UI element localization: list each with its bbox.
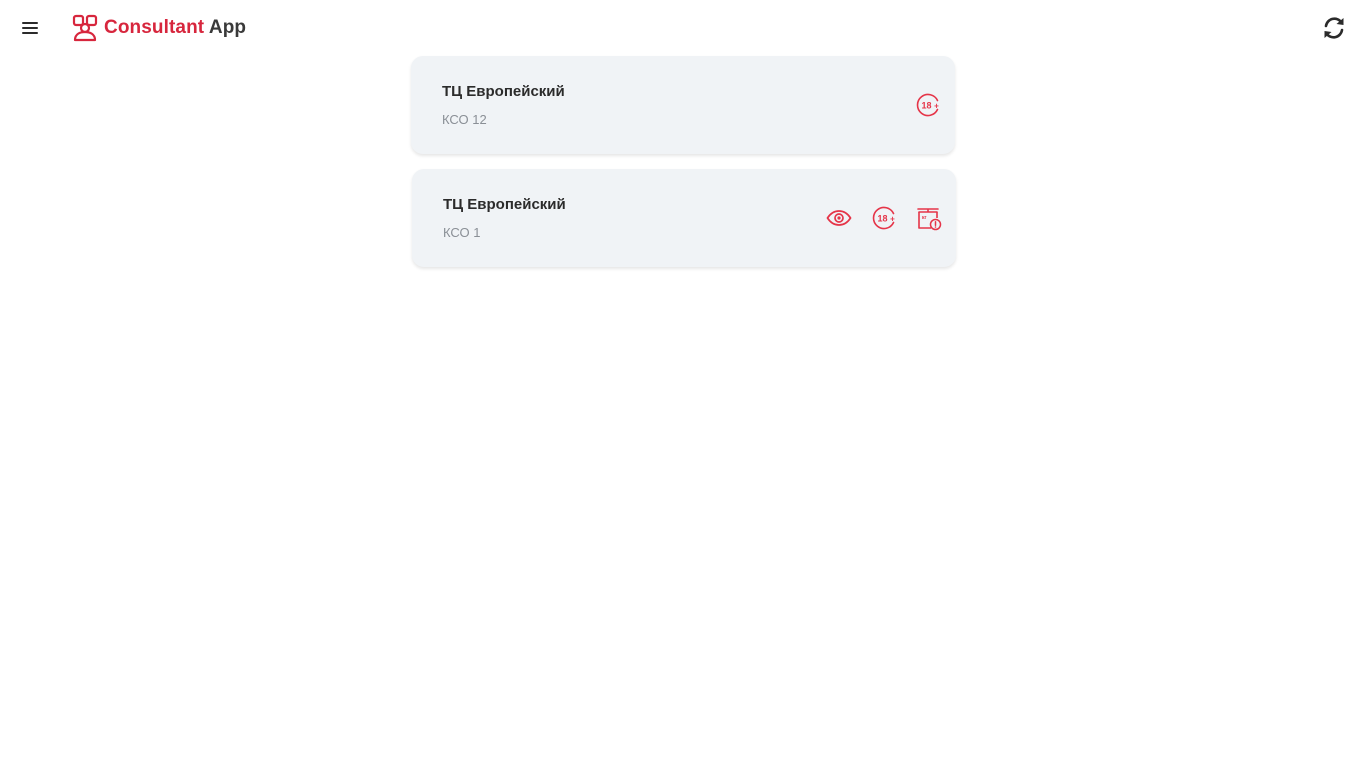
station-status-icons: 18 +: [915, 91, 941, 119]
refresh-icon: [1324, 17, 1344, 39]
station-subtitle: КСО 1: [443, 225, 481, 240]
scale-warning-icon: кг: [917, 208, 942, 231]
app-title-brand: Consultant: [104, 17, 205, 38]
app-title: Consultant App: [104, 13, 246, 43]
age-18-plus-icon: 18 +: [916, 93, 939, 117]
station-status-icons: 18 + кг: [826, 204, 942, 232]
app-title-suffix: App: [208, 17, 247, 38]
svg-text:+: +: [890, 214, 895, 223]
station-subtitle: КСО 12: [442, 112, 487, 127]
age-18-plus-icon: 18 +: [872, 206, 895, 230]
eye-icon: [826, 210, 852, 226]
menu-button[interactable]: [14, 12, 46, 44]
consultant-logo-icon: [72, 14, 98, 42]
station-title: ТЦ Европейский: [442, 83, 565, 100]
top-bar: Consultant App: [0, 0, 1366, 56]
svg-text:18: 18: [921, 100, 931, 110]
app-logo: Consultant App: [72, 13, 246, 43]
svg-text:кг: кг: [922, 215, 927, 221]
station-card[interactable]: ТЦ Европейский КСО 12 18 +: [411, 56, 955, 154]
hamburger-menu-icon: [22, 22, 38, 34]
svg-text:18: 18: [877, 213, 887, 223]
station-card[interactable]: ТЦ Европейский КСО 1 18 + кг: [412, 169, 956, 267]
station-title: ТЦ Европейский: [443, 196, 566, 213]
svg-text:+: +: [934, 101, 939, 110]
refresh-button[interactable]: [1318, 12, 1350, 44]
